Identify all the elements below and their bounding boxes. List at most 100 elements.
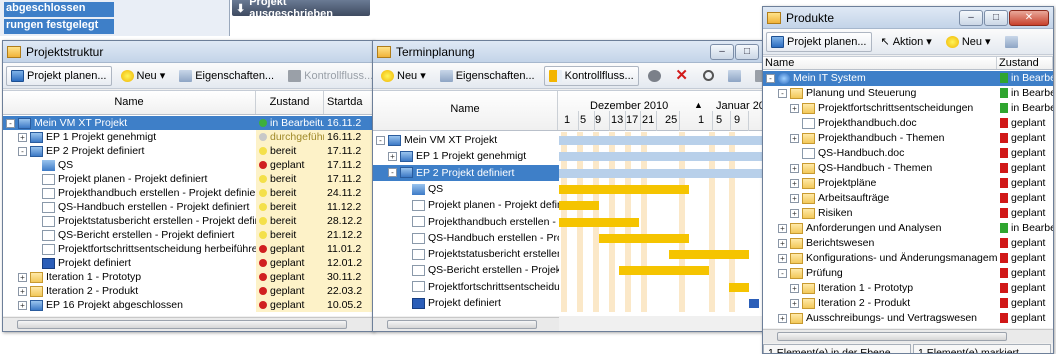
table-row[interactable]: + Projekthandbuch - Themen geplant	[763, 131, 1053, 146]
minimize-button[interactable]: –	[959, 10, 983, 26]
table-row[interactable]: - EP 2 Projekt definiert	[373, 164, 559, 181]
delete-button[interactable]: ✕	[670, 66, 694, 86]
table-row[interactable]: + QS-Handbuch - Themen geplant	[763, 161, 1053, 176]
table-row[interactable]: + EP 1 Projekt genehmigt durchgeführt 16.11…	[3, 130, 373, 144]
table-row[interactable]: Projekt definiert	[373, 295, 559, 311]
table-row[interactable]: + Projektfortschrittsentscheidungen in Bea…	[763, 101, 1053, 116]
table-row[interactable]: QS-Handbuch.doc geplant	[763, 146, 1053, 161]
folder-button[interactable]	[1000, 32, 1023, 52]
close-button[interactable]: ✕	[1009, 10, 1049, 26]
table-row[interactable]: Projektstatusbericht erstellen -	[373, 246, 559, 262]
expand-toggle-icon[interactable]: +	[778, 313, 787, 323]
expand-toggle-icon[interactable]: -	[766, 73, 775, 83]
gantt-bar[interactable]	[729, 282, 749, 292]
table-row[interactable]: + EP 16 Projekt abgeschlossen geplant 10.05…	[3, 298, 373, 312]
gantt-bar[interactable]	[619, 266, 709, 276]
table-row[interactable]: + Risiken geplant	[763, 206, 1053, 221]
produkte-titlebar[interactable]: Produkte – □ ✕	[763, 7, 1053, 29]
expand-toggle-icon[interactable]: +	[18, 300, 27, 310]
neu-button[interactable]: Neu ▾	[376, 66, 431, 86]
table-row[interactable]: Projekthandbuch erstellen - Pr	[373, 214, 559, 230]
table-row[interactable]: + Iteration 2 - Produkt geplant 22.03.2	[3, 284, 373, 298]
zoom-button[interactable]	[698, 66, 719, 86]
table-row[interactable]: + Iteration 2 - Produkt geplant	[763, 296, 1053, 311]
expand-toggle-icon[interactable]: -	[18, 146, 27, 156]
column-zustand[interactable]: Zustand	[997, 57, 1053, 69]
table-row[interactable]: - Mein VM XT Projekt in Bearbeitung16.11.2	[3, 116, 373, 130]
expand-toggle-icon[interactable]: +	[18, 286, 27, 296]
expand-toggle-icon[interactable]: -	[778, 268, 787, 278]
column-zustand[interactable]: Zustand	[256, 91, 324, 114]
circle-tool-button[interactable]	[643, 66, 666, 86]
expand-toggle-icon[interactable]: -	[388, 168, 397, 178]
menu-item-abgeschlossen[interactable]: abgeschlossen	[4, 2, 114, 17]
table-row[interactable]: - Planung und Steuerung in Bearbeitu	[763, 86, 1053, 101]
table-row[interactable]: Projekt definiert geplant 12.01.2	[3, 256, 373, 270]
gantt-bar[interactable]	[599, 233, 689, 243]
expand-toggle-icon[interactable]: +	[790, 283, 799, 293]
table-row[interactable]: QS-Handbuch erstellen - Proje	[373, 230, 559, 246]
expand-toggle-icon[interactable]: +	[790, 163, 799, 173]
expand-toggle-icon[interactable]: +	[790, 193, 799, 203]
calendar-button[interactable]	[723, 66, 746, 86]
terminplanung-hscroll[interactable]	[373, 317, 559, 331]
gantt-bar[interactable]	[749, 299, 759, 308]
projekt-ausgeschrieben-button[interactable]: ⬇ Projekt ausgeschrieben	[232, 0, 370, 20]
neu-button[interactable]: Neu ▾	[941, 32, 996, 52]
produkte-hscroll[interactable]	[763, 329, 1053, 343]
gantt-bar[interactable]	[559, 184, 689, 194]
table-row[interactable]: + Anforderungen und Analysen in Bearbeitu	[763, 221, 1053, 236]
gantt-bar[interactable]	[559, 136, 763, 145]
expand-toggle-icon[interactable]: -	[6, 118, 15, 128]
table-row[interactable]: - Prüfung geplant	[763, 266, 1053, 281]
expand-toggle-icon[interactable]: +	[790, 103, 799, 113]
gantt-bar[interactable]	[559, 168, 763, 178]
column-name[interactable]: Name	[3, 91, 256, 114]
scroll-thumb[interactable]	[17, 320, 347, 329]
menu-item-festgelegt[interactable]: rungen festgelegt	[4, 19, 114, 34]
table-row[interactable]: + Iteration 1 - Prototyp geplant	[763, 281, 1053, 296]
projekt-planen-button[interactable]: Projekt planen...	[766, 31, 872, 52]
table-row[interactable]: - Mein IT System in Bearbeitu	[763, 71, 1053, 86]
table-row[interactable]: + Iteration 1 - Prototyp geplant 30.11.2	[3, 270, 373, 284]
table-row[interactable]: + Arbeitsaufträge geplant	[763, 191, 1053, 206]
table-row[interactable]: Projekthandbuch erstellen - Projekt defi…	[3, 186, 373, 200]
projekt-planen-button[interactable]: Projekt planen...	[6, 65, 112, 86]
gantt-bar[interactable]	[559, 201, 599, 211]
table-row[interactable]: QS-Handbuch erstellen - Projekt definier…	[3, 200, 373, 214]
table-row[interactable]: QS	[373, 181, 559, 197]
column-startdatum[interactable]: Startda	[324, 91, 373, 114]
maximize-button[interactable]: □	[735, 44, 759, 60]
table-row[interactable]: + EP 1 Projekt genehmigt	[373, 148, 559, 164]
gantt-bar[interactable]	[559, 217, 639, 227]
table-row[interactable]: + Projektpläne geplant	[763, 176, 1053, 191]
terminplanung-titlebar[interactable]: Terminplanung – □	[373, 41, 763, 63]
expand-toggle-icon[interactable]: +	[790, 133, 799, 143]
table-row[interactable]: Projektfortschrittsentscheidung	[373, 279, 559, 295]
table-row[interactable]: - Mein VM XT Projekt	[373, 132, 559, 148]
projektstruktur-hscroll[interactable]	[3, 317, 373, 331]
expand-toggle-icon[interactable]: +	[18, 132, 27, 142]
gantt-bar[interactable]	[559, 152, 763, 162]
kontrollfluss-button[interactable]: Kontrollfluss...	[283, 66, 373, 86]
table-row[interactable]: Projekthandbuch.doc geplant	[763, 116, 1053, 131]
maximize-button[interactable]: □	[984, 10, 1008, 26]
scroll-thumb[interactable]	[777, 332, 1007, 341]
expand-toggle-icon[interactable]: +	[388, 152, 397, 162]
table-row[interactable]: QS-Bericht erstellen - Projekt definiert…	[3, 228, 373, 242]
table-row[interactable]: + Konfigurations- und Änderungsmanagem gep…	[763, 251, 1053, 266]
table-row[interactable]: + Ausschreibungs- und Vertragswesen geplan…	[763, 311, 1053, 326]
eigenschaften-button[interactable]: Eigenschaften...	[435, 66, 540, 86]
aktion-button[interactable]: ↖ Aktion ▾	[876, 32, 937, 52]
expand-toggle-icon[interactable]: -	[376, 135, 385, 145]
projektstruktur-titlebar[interactable]: Projektstruktur	[3, 41, 373, 63]
scroll-thumb[interactable]	[387, 320, 537, 329]
expand-toggle-icon[interactable]: -	[778, 88, 787, 98]
expand-toggle-icon[interactable]: +	[778, 238, 787, 248]
table-row[interactable]: Projekt planen - Projekt definie	[373, 197, 559, 213]
column-name[interactable]: Name	[763, 57, 997, 69]
table-row[interactable]: Projekt planen - Projekt definiert bereit…	[3, 172, 373, 186]
kontrollfluss-button[interactable]: Kontrollfluss...	[543, 65, 639, 86]
expand-toggle-icon[interactable]: +	[18, 272, 27, 282]
table-row[interactable]: Projektfortschrittsentscheidung herbeifü…	[3, 242, 373, 256]
